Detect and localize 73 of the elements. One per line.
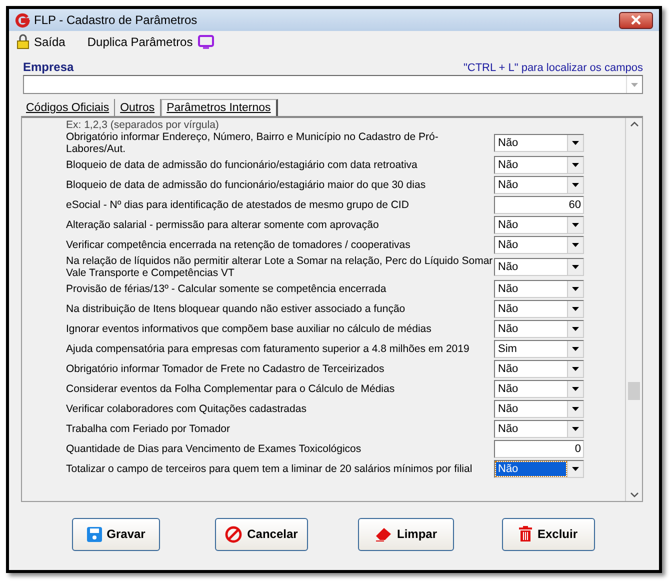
monitor-icon (198, 34, 214, 48)
parameter-label: Quantidade de Dias para Vencimento de Exames Toxicológicos (66, 443, 362, 455)
parameter-label: Verificar colaboradores com Quitações cadastradas (66, 403, 308, 415)
parameter-label: Bloqueio de data de admissão do funcionário/estagiário com data retroativa (66, 159, 418, 171)
action-button[interactable]: Excluir (502, 518, 595, 550)
dropdown-arrow-icon (572, 347, 579, 351)
number-field[interactable]: 0 (494, 440, 584, 458)
parameter-label: Ajuda compensatória para empresas com faturamento superior a 4.8 milhões em 2019 (66, 343, 470, 355)
dropdown-arrow-icon (572, 223, 579, 227)
window-title: FLP - Cadastro de Parâmetros (34, 13, 198, 27)
prohibited-icon (225, 526, 242, 542)
parameter-label: Totalizar o campo de terceiros para quem tem a liminar de 20 salários mínimos por filial (66, 463, 474, 475)
dropdown-arrow-icon (572, 427, 579, 431)
lock-icon (17, 34, 29, 49)
toolbar-button[interactable]: Saída (17, 34, 66, 49)
parameter-label: Obrigatório informar Endereço, Número, Bairro e Município no Cadastro de Pró-Labores/Aut. (66, 131, 440, 155)
dropdown-field[interactable]: Não (494, 236, 584, 254)
dropdown-field[interactable]: Não (494, 300, 584, 318)
parameter-label: Considerar eventos da Folha Complementar para o Cálculo de Médias (66, 383, 396, 395)
action-button[interactable]: Cancelar (215, 518, 308, 550)
dropdown-arrow-icon (572, 367, 579, 371)
parameter-label: Trabalha com Feriado por Tomador (66, 423, 231, 435)
dropdown-arrow-icon (572, 243, 579, 247)
dropdown-field[interactable]: Não (494, 176, 584, 194)
dropdown-arrow-icon (572, 141, 579, 145)
dropdown-arrow-icon (572, 307, 579, 311)
action-button[interactable]: Gravar (72, 518, 160, 550)
dropdown-arrow-icon (572, 407, 579, 411)
parameter-label: Obrigatório informar Tomador de Frete no Cadastro de Terceirizados (66, 363, 386, 375)
parameter-label: Provisão de férias/13º - Calcular somente se competência encerrada (66, 283, 388, 295)
action-button[interactable]: Limpar (358, 518, 454, 550)
dropdown-field[interactable]: Não (494, 460, 584, 478)
dropdown-arrow-icon (572, 183, 579, 187)
dropdown-field[interactable]: Não (494, 280, 584, 298)
dropdown-field[interactable]: Sim (494, 340, 584, 358)
tab[interactable]: Parâmetros Internos (160, 99, 278, 116)
app-logo-icon (15, 12, 30, 28)
parameter-label: Na relação de líquidos não permitir alterar Lote a Somar na relação, Perc do Líquido Somar Vale Transporte e Competências VT (66, 255, 494, 279)
empresa-label: Empresa (23, 60, 74, 74)
scroll-down-icon (630, 492, 638, 498)
shortcut-hint: "CTRL + L" para localizar os campos (463, 62, 643, 74)
dropdown-arrow-icon (572, 467, 579, 471)
parameter-label: Na distribuição de Itens bloquear quando não estiver associado a função (66, 303, 406, 315)
dropdown-field[interactable]: Não (494, 360, 584, 378)
dropdown-arrow-icon (572, 327, 579, 331)
dropdown-arrow-icon (631, 82, 638, 86)
dropdown-arrow-icon (572, 287, 579, 291)
dropdown-field[interactable]: Não (494, 156, 584, 174)
number-field[interactable]: 60 (494, 196, 584, 214)
parameter-label: Bloqueio de data de admissão do funcionário/estagiário maior do que 30 dias (66, 179, 427, 191)
parameter-label: eSocial - Nº dias para identificação de atestados de mesmo grupo de CID (66, 199, 410, 211)
scrollbar-thumb[interactable] (628, 382, 640, 400)
parameter-label: Ignorar eventos informativos que compõem base auxiliar no cálculo de médias (66, 323, 432, 335)
scroll-up-icon (630, 121, 638, 127)
dropdown-field[interactable]: Não (494, 134, 584, 152)
close-button[interactable] (619, 12, 653, 28)
parameter-label: Alteração salarial - permissão para alterar somente com aprovação (66, 219, 380, 231)
dropdown-field[interactable]: Não (494, 320, 584, 338)
eraser-icon (374, 526, 392, 542)
dropdown-arrow-icon (572, 265, 579, 269)
dropdown-arrow-icon (572, 387, 579, 391)
dropdown-field[interactable]: Não (494, 216, 584, 234)
dropdown-field[interactable]: Não (494, 400, 584, 418)
dropdown-field[interactable]: Não (494, 258, 584, 276)
empresa-combobox[interactable] (23, 75, 643, 94)
dropdown-arrow-icon (572, 163, 579, 167)
close-icon (631, 15, 641, 25)
toolbar-button[interactable]: Duplica Parâmetros (87, 34, 214, 49)
dropdown-field[interactable]: Não (494, 380, 584, 398)
trash-icon (519, 526, 532, 542)
dropdown-field[interactable]: Não (494, 420, 584, 438)
parameter-label: Verificar competência encerrada na retenção de tomadores / cooperativas (66, 239, 412, 251)
parameter-label: Ex: 1,2,3 (separados por vírgula) (66, 118, 220, 130)
